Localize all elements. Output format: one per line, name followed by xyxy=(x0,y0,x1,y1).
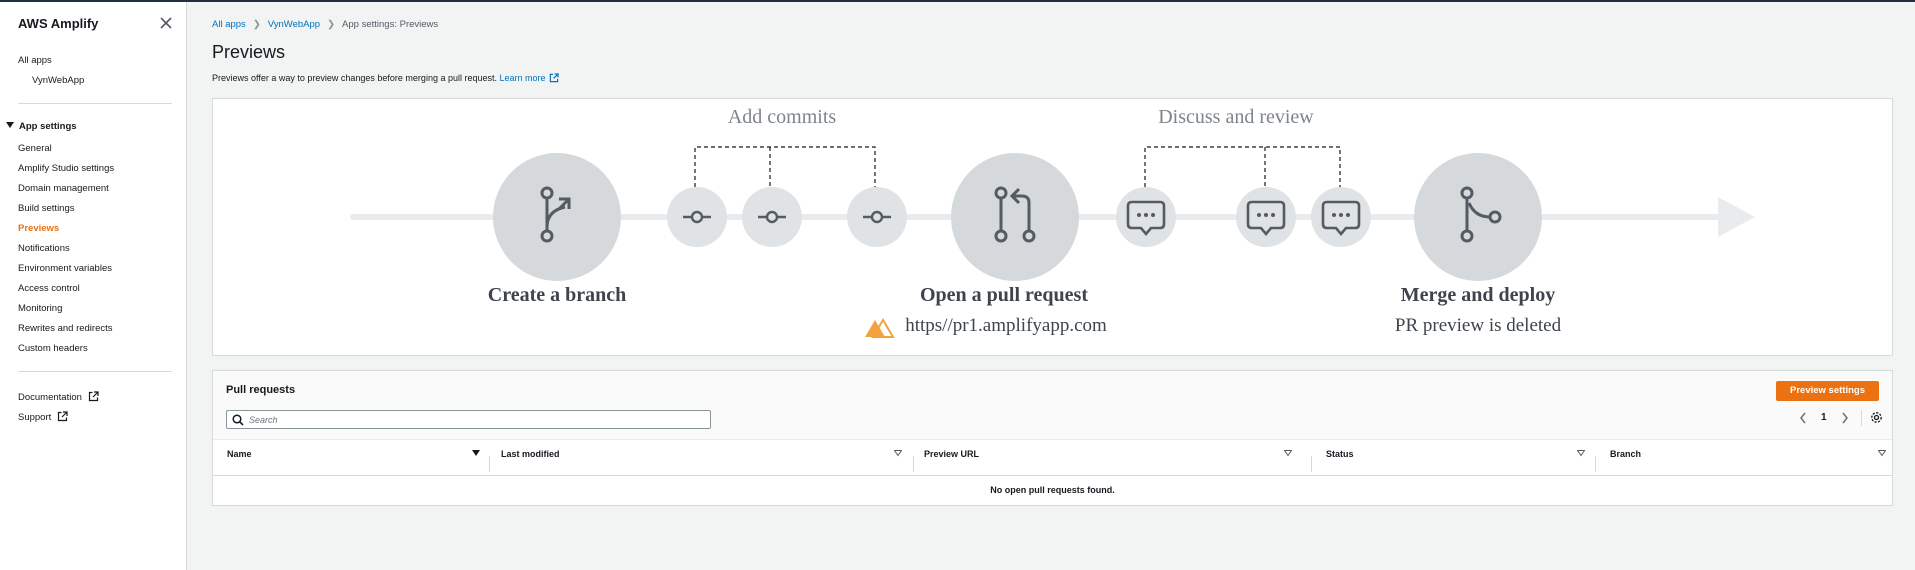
sort-icon xyxy=(894,450,902,457)
page-title: Previews xyxy=(212,42,286,62)
sidebar-divider xyxy=(18,103,172,104)
search-icon xyxy=(232,414,244,426)
support-label: Support xyxy=(18,412,52,423)
sidebar-item-build-settings[interactable]: Build settings xyxy=(18,203,75,214)
gear-icon[interactable] xyxy=(1870,411,1883,424)
timeline-arrow xyxy=(1718,197,1755,237)
sidebar-item-rewrites[interactable]: Rewrites and redirects xyxy=(18,323,113,334)
column-divider xyxy=(489,456,490,472)
sidebar-item-domain-management[interactable]: Domain management xyxy=(18,183,109,194)
breadcrumb-current: App settings: Previews xyxy=(342,19,439,30)
create-branch-label: Create a branch xyxy=(487,284,627,306)
sidebar-item-all-apps[interactable]: All apps xyxy=(18,55,52,66)
previous-page-icon[interactable] xyxy=(1798,411,1808,425)
search-input[interactable] xyxy=(249,412,704,427)
pull-requests-title: Pull requests xyxy=(226,384,296,396)
column-header-last-modified[interactable]: Last modified xyxy=(501,449,902,483)
sidebar-section-label: App settings xyxy=(19,121,77,132)
external-link-icon xyxy=(549,73,559,83)
column-header-preview-url[interactable]: Preview URL xyxy=(924,449,1324,483)
next-page-icon[interactable] xyxy=(1840,411,1850,425)
sort-descending-icon xyxy=(472,450,480,456)
discuss-bracket xyxy=(1144,146,1341,194)
external-link-icon xyxy=(88,391,99,402)
column-divider xyxy=(1311,456,1312,472)
table-header-divider xyxy=(213,475,1892,476)
learn-more-link[interactable]: Learn more xyxy=(500,73,559,83)
pull-request-circle xyxy=(951,153,1079,281)
sidebar-section-app-settings[interactable]: App settings xyxy=(6,121,77,132)
column-status-label: Status xyxy=(1326,449,1354,459)
discuss-review-label: Discuss and review xyxy=(1158,106,1314,128)
sidebar-divider xyxy=(18,371,172,372)
external-link-icon xyxy=(58,411,68,422)
sort-icon xyxy=(1878,450,1886,457)
search-box xyxy=(226,410,711,429)
preview-settings-button[interactable]: Preview settings xyxy=(1776,381,1879,401)
column-divider xyxy=(913,456,914,472)
open-pr-label: Open a pull request xyxy=(920,284,1088,306)
previews-workflow-diagram: Add commits Discuss and review Create a … xyxy=(212,98,1893,356)
pr-url-label: https//pr1.amplifyapp.com xyxy=(905,315,1107,336)
learn-more-label: Learn more xyxy=(499,73,546,83)
sidebar-item-custom-headers[interactable]: Custom headers xyxy=(18,343,88,354)
sidebar-item-app[interactable]: VynWebApp xyxy=(32,75,84,86)
empty-state-message: No open pull requests found. xyxy=(990,485,1115,495)
column-preview-url-label: Preview URL xyxy=(924,449,980,459)
breadcrumb-app[interactable]: VynWebApp xyxy=(268,19,320,30)
breadcrumb-all-apps[interactable]: All apps xyxy=(212,19,246,30)
column-divider xyxy=(1595,456,1596,472)
sidebar-item-environment-variables[interactable]: Environment variables xyxy=(18,263,112,274)
create-branch-circle xyxy=(493,153,621,281)
sidebar-item-general[interactable]: General xyxy=(18,143,52,154)
column-header-branch[interactable]: Branch xyxy=(1610,449,1890,483)
breadcrumb: All apps ❯ VynWebApp ❯ App settings: Preview… xyxy=(212,19,438,30)
sidebar-item-notifications[interactable]: Notifications xyxy=(18,243,70,254)
page-number[interactable]: 1 xyxy=(1821,412,1827,423)
side-navigation: AWS Amplify All apps VynWebApp App setti… xyxy=(0,2,187,570)
chevron-right-icon: ❯ xyxy=(327,19,336,30)
sidebar-title: AWS Amplify xyxy=(18,16,99,31)
table-header-area xyxy=(213,371,1892,440)
pr-deleted-label: PR preview is deleted xyxy=(1394,315,1562,336)
top-bar xyxy=(0,0,1915,2)
column-last-modified-label: Last modified xyxy=(501,449,560,459)
review-nodes xyxy=(1116,187,1371,247)
caret-down-icon xyxy=(6,122,14,128)
sort-icon xyxy=(1577,450,1585,457)
merge-deploy-label: Merge and deploy xyxy=(1400,284,1556,306)
add-commits-label: Add commits xyxy=(727,106,837,128)
sidebar-item-support[interactable]: Support xyxy=(18,411,68,423)
sidebar-item-previews[interactable]: Previews xyxy=(18,223,59,234)
close-icon[interactable] xyxy=(158,15,174,31)
amplify-logo-icon xyxy=(865,318,895,338)
sidebar-item-monitoring[interactable]: Monitoring xyxy=(18,303,62,314)
documentation-label: Documentation xyxy=(18,392,82,403)
sidebar-item-access-control[interactable]: Access control xyxy=(18,283,80,294)
commits-bracket xyxy=(694,146,876,194)
column-header-name[interactable]: Name xyxy=(227,449,480,483)
sort-icon xyxy=(1284,450,1292,457)
pager-divider xyxy=(1861,410,1862,426)
description-text: Previews offer a way to preview changes … xyxy=(212,73,497,83)
column-name-label: Name xyxy=(227,449,252,459)
merge-circle xyxy=(1414,153,1542,281)
pull-requests-table: Pull requests Preview settings 1 Name La… xyxy=(212,370,1893,506)
sidebar-item-amplify-studio[interactable]: Amplify Studio settings xyxy=(18,163,114,174)
column-branch-label: Branch xyxy=(1610,449,1642,459)
chevron-right-icon: ❯ xyxy=(252,19,261,30)
column-header-status[interactable]: Status xyxy=(1326,449,1596,483)
sidebar-item-documentation[interactable]: Documentation xyxy=(18,391,99,403)
page-description: Previews offer a way to preview changes … xyxy=(212,73,559,83)
